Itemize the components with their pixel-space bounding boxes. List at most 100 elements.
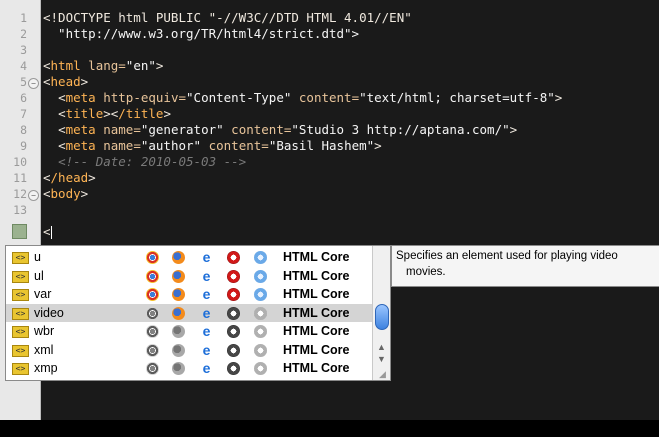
internet-explorer-icon: e: [202, 360, 211, 376]
chrome-icon: [146, 343, 159, 357]
tag-name: meta: [65, 122, 96, 137]
line-number: 4: [20, 59, 27, 73]
opera-icon: [227, 288, 240, 301]
text-caret: [50, 226, 52, 239]
library-name: HTML Core: [283, 287, 350, 301]
html-tag-icon: <>: [12, 307, 29, 320]
attr-value: "generator": [140, 122, 224, 137]
popup-scrollbar[interactable]: ▲ ▼: [372, 246, 390, 380]
tag-name: meta: [65, 90, 96, 105]
html-tag-icon: <>: [12, 363, 29, 375]
line-number: 2: [20, 27, 27, 41]
bracket: <: [43, 58, 51, 73]
code-line: <meta name="generator" content="Studio 3…: [58, 122, 518, 137]
tag-name: /head: [50, 170, 89, 185]
element-name: var: [34, 287, 52, 301]
fold-toggle-icon[interactable]: −: [28, 190, 39, 201]
library-name: HTML Core: [283, 361, 350, 375]
element-description-tooltip: Specifies an element used for playing vi…: [391, 245, 659, 287]
element-name: xmp: [34, 361, 58, 375]
tag-name: html: [50, 58, 81, 73]
internet-explorer-icon: e: [202, 341, 211, 358]
typed-bracket: <: [43, 224, 51, 239]
code-line: "http://www.w3.org/TR/html4/strict.dtd">: [43, 26, 359, 42]
code-line: <body>: [43, 186, 89, 201]
tooltip-text: Specifies an element used for playing vi…: [396, 250, 618, 262]
opera-icon: [227, 306, 240, 320]
line-number: 3: [20, 43, 27, 57]
autocomplete-item[interactable]: <> var e HTML Core: [6, 285, 372, 304]
safari-icon: [254, 251, 267, 264]
code-line: <head>: [43, 74, 88, 90]
attr-value: "text/html; charset=utf-8": [359, 90, 555, 105]
autocomplete-item[interactable]: <> xml e HTML Core: [6, 341, 372, 360]
opera-icon: [227, 362, 240, 375]
internet-explorer-icon: e: [202, 249, 211, 265]
safari-icon: [254, 325, 267, 338]
code-line-current[interactable]: <: [43, 224, 52, 240]
chrome-icon: [146, 325, 159, 338]
library-name: HTML Core: [283, 324, 350, 338]
library-name: HTML Core: [283, 342, 350, 357]
resize-grip-icon[interactable]: ◢: [379, 369, 389, 379]
scroll-up-arrow-icon[interactable]: ▲: [376, 342, 387, 352]
opera-icon: [227, 269, 240, 283]
line-number: 9: [20, 139, 27, 153]
attr-name: name=: [95, 138, 141, 153]
autocomplete-popup[interactable]: <> u e HTML Core <> ul e HTML Core <> va…: [5, 245, 391, 381]
library-name: HTML Core: [283, 268, 350, 283]
firefox-icon: [172, 251, 185, 264]
internet-explorer-icon: e: [202, 323, 211, 339]
bracket: >: [155, 58, 164, 73]
tag-name: body: [50, 186, 81, 201]
code-line: </head>: [43, 170, 96, 185]
attr-name: lang=: [80, 58, 126, 73]
scrollbar-thumb[interactable]: [375, 304, 389, 330]
element-name: u: [34, 250, 41, 264]
chrome-icon: [146, 269, 159, 283]
attr-name: name=: [95, 122, 141, 137]
element-name: ul: [34, 268, 44, 283]
bracket: >: [80, 74, 89, 89]
internet-explorer-icon: e: [202, 304, 211, 321]
line-number: 1: [20, 11, 27, 25]
line-number: 6: [20, 91, 27, 105]
attr-value: "Studio 3 http://aptana.com/": [291, 122, 510, 137]
tag-name: head: [50, 74, 81, 89]
firefox-icon: [172, 362, 185, 375]
tag-name: title: [65, 106, 104, 121]
code-line: <!-- Date: 2010-05-03 -->: [43, 154, 246, 170]
attr-value: "Content-Type": [186, 90, 292, 105]
line-number: 7: [20, 107, 27, 121]
autocomplete-item[interactable]: <> xmp e HTML Core: [6, 359, 372, 378]
autocomplete-item[interactable]: <> wbr e HTML Core: [6, 322, 372, 341]
tooltip-text: movies.: [406, 266, 446, 278]
tag-name: /title: [118, 106, 164, 121]
html-tag-icon: <>: [12, 344, 29, 357]
attr-name: http-equiv=: [95, 90, 187, 105]
scroll-down-arrow-icon[interactable]: ▼: [376, 354, 387, 364]
line-number: 12: [13, 187, 27, 201]
html-tag-icon: <>: [12, 270, 29, 283]
firefox-icon: [172, 288, 185, 301]
line-number: 13: [13, 203, 27, 217]
code-line: <meta http-equiv="Content-Type" content=…: [58, 90, 563, 105]
safari-icon: [254, 288, 267, 301]
library-name: HTML Core: [283, 250, 350, 264]
attr-value: "author": [140, 138, 202, 153]
chrome-icon: [146, 251, 159, 264]
firefox-icon: [172, 269, 185, 283]
safari-icon: [254, 343, 267, 357]
html-tag-icon: <>: [12, 289, 29, 301]
element-name: xml: [34, 342, 54, 357]
fold-toggle-icon[interactable]: −: [28, 78, 39, 89]
line-number: 5: [20, 75, 27, 89]
safari-icon: [254, 269, 267, 283]
autocomplete-item[interactable]: <> ul e HTML Core: [6, 267, 372, 286]
autocomplete-item-selected[interactable]: <> video e HTML Core: [6, 303, 372, 322]
code-line: <!DOCTYPE html PUBLIC "-//W3C//DTD HTML …: [43, 10, 412, 26]
autocomplete-item[interactable]: <> u e HTML Core: [6, 248, 372, 267]
safari-icon: [254, 306, 267, 320]
doctype-url: "http://www.w3.org/TR/html4/strict.dtd">: [43, 26, 360, 41]
attr-name: content=: [291, 90, 360, 105]
